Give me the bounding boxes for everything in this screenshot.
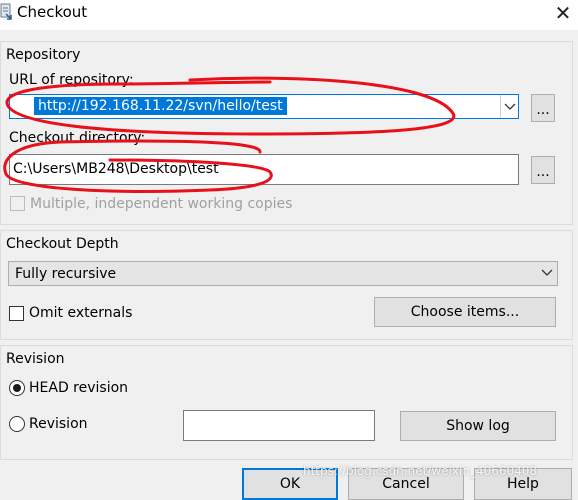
head-revision-label: HEAD revision <box>29 380 129 396</box>
show-log-button[interactable]: Show log <box>400 411 556 441</box>
checkout-dir-input[interactable]: C:\Users\MB248\Desktop\test <box>9 154 519 185</box>
svn-checkout-icon <box>0 3 12 20</box>
show-log-label: Show log <box>446 418 510 434</box>
choose-items-label: Choose items... <box>410 304 520 320</box>
revision-input[interactable] <box>183 410 375 441</box>
multiple-working-copies-label: Multiple, independent working copies <box>30 196 293 212</box>
revision-group <box>0 345 573 460</box>
repository-group-label: Repository <box>6 47 81 63</box>
url-browse-button[interactable]: ... <box>531 94 555 122</box>
checkout-dir-value: C:\Users\MB248\Desktop\test <box>13 161 219 177</box>
choose-items-button[interactable]: Choose items... <box>374 297 556 327</box>
close-icon: ✕ <box>554 1 572 25</box>
revision-label: Revision <box>29 416 88 432</box>
checkout-depth-group-label: Checkout Depth <box>6 236 119 252</box>
chevron-down-icon <box>504 103 516 110</box>
chevron-down-icon <box>541 269 553 276</box>
checkout-dir-label: Checkout directory: <box>9 130 146 146</box>
checkout-depth-value: Fully recursive <box>15 266 117 282</box>
omit-externals-label: Omit externals <box>29 305 133 321</box>
title-bar: Checkout ✕ <box>0 0 578 30</box>
multiple-working-copies-checkbox[interactable] <box>10 196 25 211</box>
url-combobox[interactable]: http://192.168.11.22/svn/hello/test <box>9 94 519 119</box>
url-value: http://192.168.11.22/svn/hello/test <box>34 97 287 115</box>
revision-radio[interactable] <box>9 416 25 432</box>
url-dropdown-arrow[interactable] <box>500 95 518 118</box>
watermark: https://blog.csdn.net/weixin_40660408 <box>303 464 538 478</box>
checkout-depth-select[interactable]: Fully recursive <box>8 261 558 286</box>
omit-externals-checkbox[interactable] <box>9 306 24 321</box>
close-button[interactable]: ✕ <box>549 1 577 25</box>
dir-browse-button[interactable]: ... <box>531 156 555 184</box>
radio-selected-dot <box>13 384 21 392</box>
window-title: Checkout <box>17 3 88 21</box>
head-revision-radio[interactable] <box>9 380 25 396</box>
url-label: URL of repository: <box>9 72 134 88</box>
revision-group-label: Revision <box>6 351 65 367</box>
